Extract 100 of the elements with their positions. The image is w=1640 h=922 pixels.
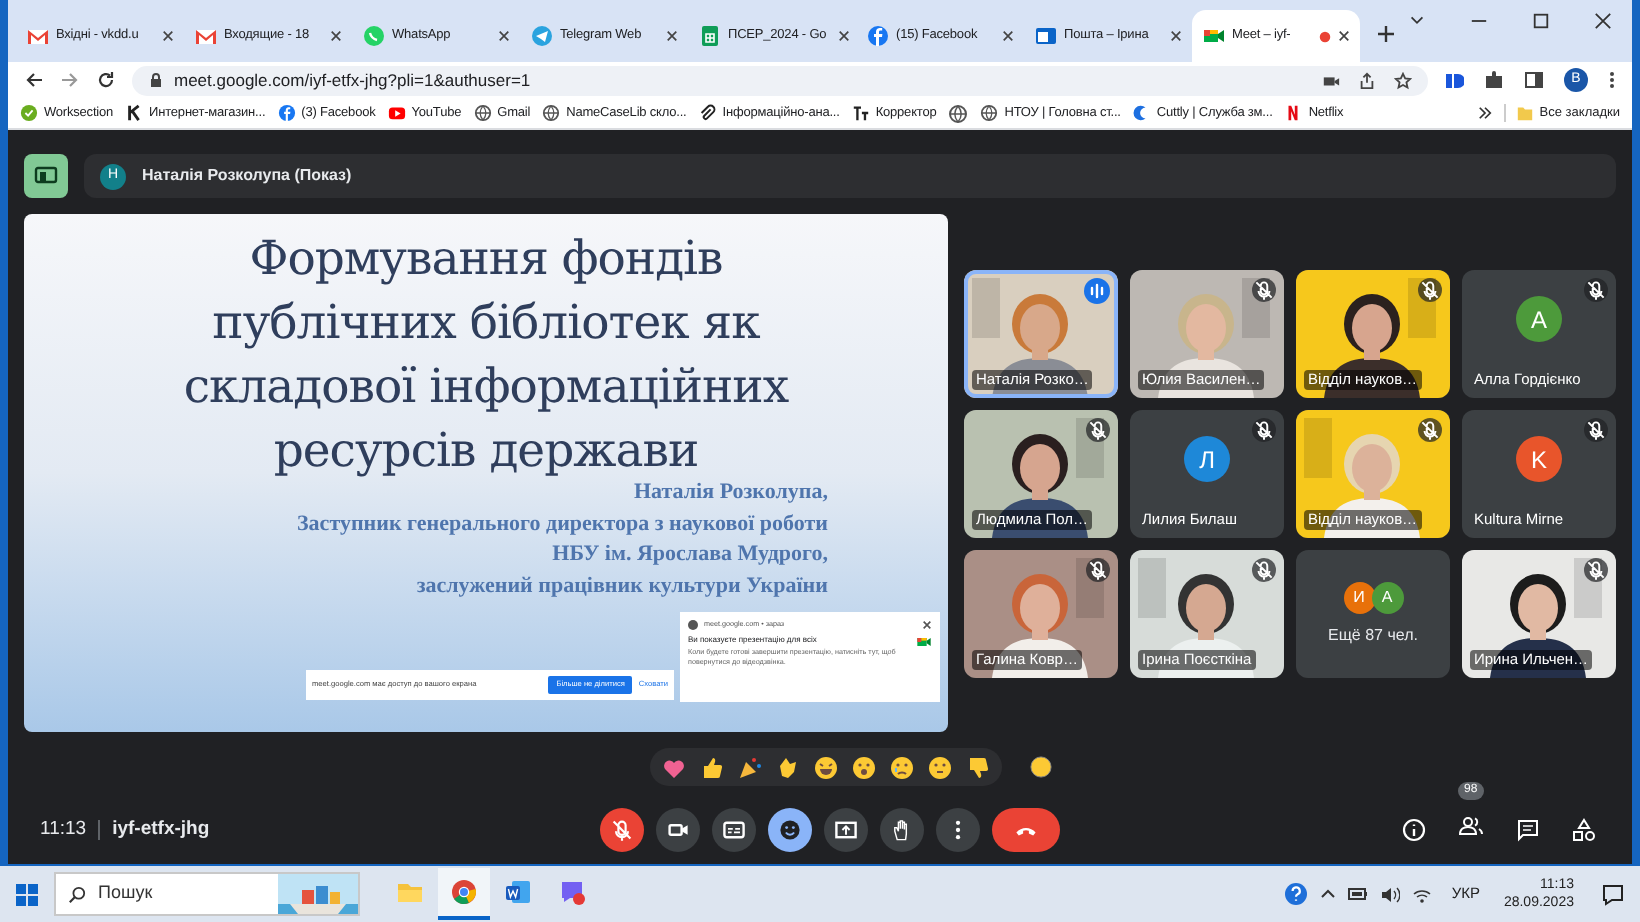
check-circle-icon (20, 104, 38, 122)
thumbs-down-icon[interactable] (965, 755, 989, 779)
search-icon (68, 885, 86, 903)
extension-logo-icon[interactable] (1444, 70, 1464, 90)
skin-tone-dot-icon[interactable] (1029, 756, 1051, 778)
chat-icon[interactable] (1516, 818, 1540, 842)
crescent-icon (1132, 104, 1151, 122)
url-text: meet.google.com/iyf-etfx-jhg?pli=1&authuser=1 (174, 67, 531, 93)
thumbs-up-icon[interactable] (699, 755, 723, 779)
windows-logo-icon[interactable] (16, 883, 38, 905)
close-icon[interactable] (1002, 30, 1014, 42)
document-icon (504, 878, 532, 906)
muted-mic-icon (1584, 558, 1608, 582)
search-placeholder: Пошук (98, 880, 153, 907)
crying-face-icon[interactable] (889, 755, 913, 779)
heart-icon[interactable] (661, 755, 685, 779)
close-icon[interactable] (922, 620, 932, 631)
camera-icon (916, 634, 932, 651)
leave-call-button[interactable] (992, 808, 1060, 852)
folder-icon (1515, 104, 1534, 122)
side-panel-icon[interactable] (1524, 70, 1544, 90)
close-icon[interactable] (330, 30, 342, 42)
wifi-icon[interactable] (1411, 885, 1432, 903)
microphone-button[interactable] (600, 808, 644, 852)
close-icon[interactable] (1594, 12, 1612, 30)
text-tool-icon (851, 104, 870, 122)
new-tab-icon[interactable] (1376, 24, 1396, 44)
battery-icon[interactable] (1347, 886, 1368, 902)
muted-mic-icon (1584, 278, 1608, 302)
captions-button[interactable] (712, 808, 756, 852)
present-screen-icon (834, 818, 858, 842)
kebab-menu-icon[interactable] (1608, 70, 1616, 90)
forward-arrow-icon[interactable] (60, 70, 80, 90)
play-button-icon (387, 104, 406, 122)
paperclip-icon (698, 104, 717, 122)
letter-n-icon (1284, 104, 1303, 122)
present-mode-button[interactable] (24, 154, 68, 198)
maximize-icon[interactable] (1532, 12, 1550, 30)
close-icon[interactable] (1170, 30, 1182, 42)
laughing-face-icon[interactable] (813, 755, 837, 779)
muted-mic-icon (1252, 558, 1276, 582)
avatar: Л (1184, 436, 1230, 482)
audio-level-icon (1084, 278, 1110, 304)
muted-mic-icon (1086, 418, 1110, 442)
taskbar-app-button[interactable] (438, 868, 490, 920)
double-chevron-icon[interactable] (1477, 106, 1492, 120)
presenter-name: Наталія Розколупа (Показ) (142, 164, 352, 188)
reactions-button[interactable] (768, 808, 812, 852)
browser-logo-icon (450, 878, 478, 906)
captions-icon (722, 818, 746, 842)
notification-icon[interactable] (1602, 883, 1624, 905)
surprised-face-icon[interactable] (851, 755, 875, 779)
avatar: И (1343, 581, 1375, 613)
muted-mic-icon (1252, 418, 1276, 442)
chevron-down-icon[interactable] (1408, 12, 1426, 30)
screen-icon (34, 164, 58, 188)
avatar: А (1516, 296, 1562, 342)
info-icon[interactable] (1402, 818, 1426, 842)
envelope-icon (194, 24, 218, 48)
close-icon[interactable] (1338, 30, 1350, 42)
lock-icon (148, 72, 164, 88)
help-icon[interactable] (1283, 882, 1308, 906)
shapes-icon[interactable] (1572, 818, 1596, 842)
participants-overflow-tile[interactable]: И А Ещё 87 чел. (1296, 550, 1450, 678)
camera-icon (1202, 24, 1226, 48)
recording-dot-icon (1318, 29, 1332, 43)
muted-mic-icon (1418, 418, 1442, 442)
meeting-code: iyf-etfx-jhg (112, 815, 210, 844)
back-arrow-icon[interactable] (24, 70, 44, 90)
people-icon[interactable] (1458, 814, 1484, 838)
speaker-icon[interactable] (1379, 885, 1400, 903)
camera-button[interactable] (656, 808, 700, 852)
muted-mic-icon (1252, 278, 1276, 302)
close-icon[interactable] (666, 30, 678, 42)
avatar: K (1516, 436, 1562, 482)
chevron-up-icon[interactable] (1319, 886, 1336, 902)
paper-plane-icon (530, 24, 554, 48)
search-field[interactable]: Пошук (54, 872, 360, 916)
close-icon[interactable] (162, 30, 174, 42)
party-popper-icon[interactable] (737, 755, 761, 779)
address-bar[interactable]: meet.google.com/iyf-etfx-jhg?pli=1&authuser=1 (132, 65, 1428, 95)
envelope-icon (26, 24, 50, 48)
muted-mic-icon (1584, 418, 1608, 442)
star-icon[interactable] (1394, 71, 1412, 89)
muted-mic-icon (1086, 558, 1110, 582)
more-options-button[interactable] (936, 808, 980, 852)
avatar: А (1371, 581, 1403, 613)
reload-icon[interactable] (96, 70, 116, 90)
close-icon[interactable] (838, 30, 851, 42)
video-camera-icon[interactable] (1322, 71, 1340, 89)
close-icon[interactable] (498, 30, 510, 42)
raise-hand-button[interactable] (880, 808, 924, 852)
share-icon[interactable] (1358, 71, 1376, 89)
facebook-icon (277, 104, 296, 122)
smiley-icon (778, 818, 802, 842)
chat-bubble-icon (362, 24, 386, 48)
present-button[interactable] (824, 808, 868, 852)
muted-mic-icon (610, 818, 634, 842)
meeting-time: 11:13 (40, 815, 87, 844)
folder-icon (396, 878, 424, 906)
